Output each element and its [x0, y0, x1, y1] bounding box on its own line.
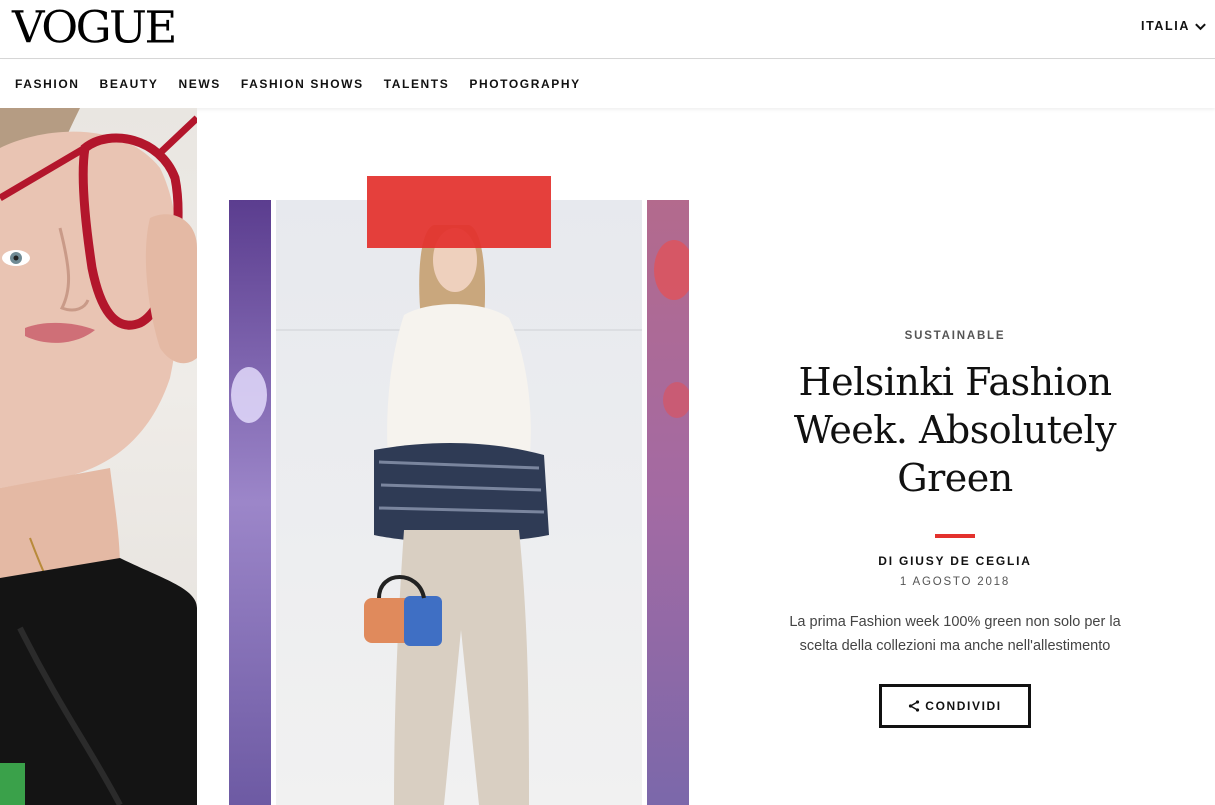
- accent-block: [367, 176, 551, 248]
- edition-selector[interactable]: ITALIA: [1141, 19, 1207, 33]
- article-title[interactable]: Helsinki Fashion Week. Absolutely Green: [740, 358, 1170, 502]
- chevron-down-icon: [1195, 22, 1206, 30]
- share-button[interactable]: CONDIVIDI: [879, 684, 1031, 728]
- vogue-logo[interactable]: VOGUE: [12, 5, 177, 50]
- nav-item-beauty[interactable]: BEAUTY: [100, 77, 159, 91]
- site-header: VOGUE ITALIA: [0, 0, 1215, 59]
- article-date: 1 AGOSTO 2018: [899, 576, 1011, 588]
- share-button-label: CONDIVIDI: [925, 699, 1002, 713]
- nav-item-talents[interactable]: TALENTS: [384, 77, 450, 91]
- nav-item-fashion-shows[interactable]: FASHION SHOWS: [241, 77, 364, 91]
- nav-item-photography[interactable]: PHOTOGRAPHY: [469, 77, 580, 91]
- article-category[interactable]: SUSTAINABLE: [740, 330, 1170, 342]
- article-feature-image[interactable]: [229, 200, 689, 805]
- title-divider: [935, 534, 975, 538]
- main-nav: FASHION BEAUTY NEWS FASHION SHOWS TALENT…: [0, 60, 1215, 108]
- edition-label: ITALIA: [1141, 19, 1190, 33]
- share-icon: [909, 700, 920, 712]
- left-feature-image[interactable]: [0, 108, 197, 805]
- article-byline[interactable]: DI GIUSY DE CEGLIA: [740, 554, 1170, 568]
- nav-item-news[interactable]: NEWS: [178, 77, 220, 91]
- nav-item-fashion[interactable]: FASHION: [15, 77, 80, 91]
- article-summary: SUSTAINABLE Helsinki Fashion Week. Absol…: [740, 330, 1170, 728]
- article-dek: La prima Fashion week 100% green non sol…: [789, 614, 1121, 654]
